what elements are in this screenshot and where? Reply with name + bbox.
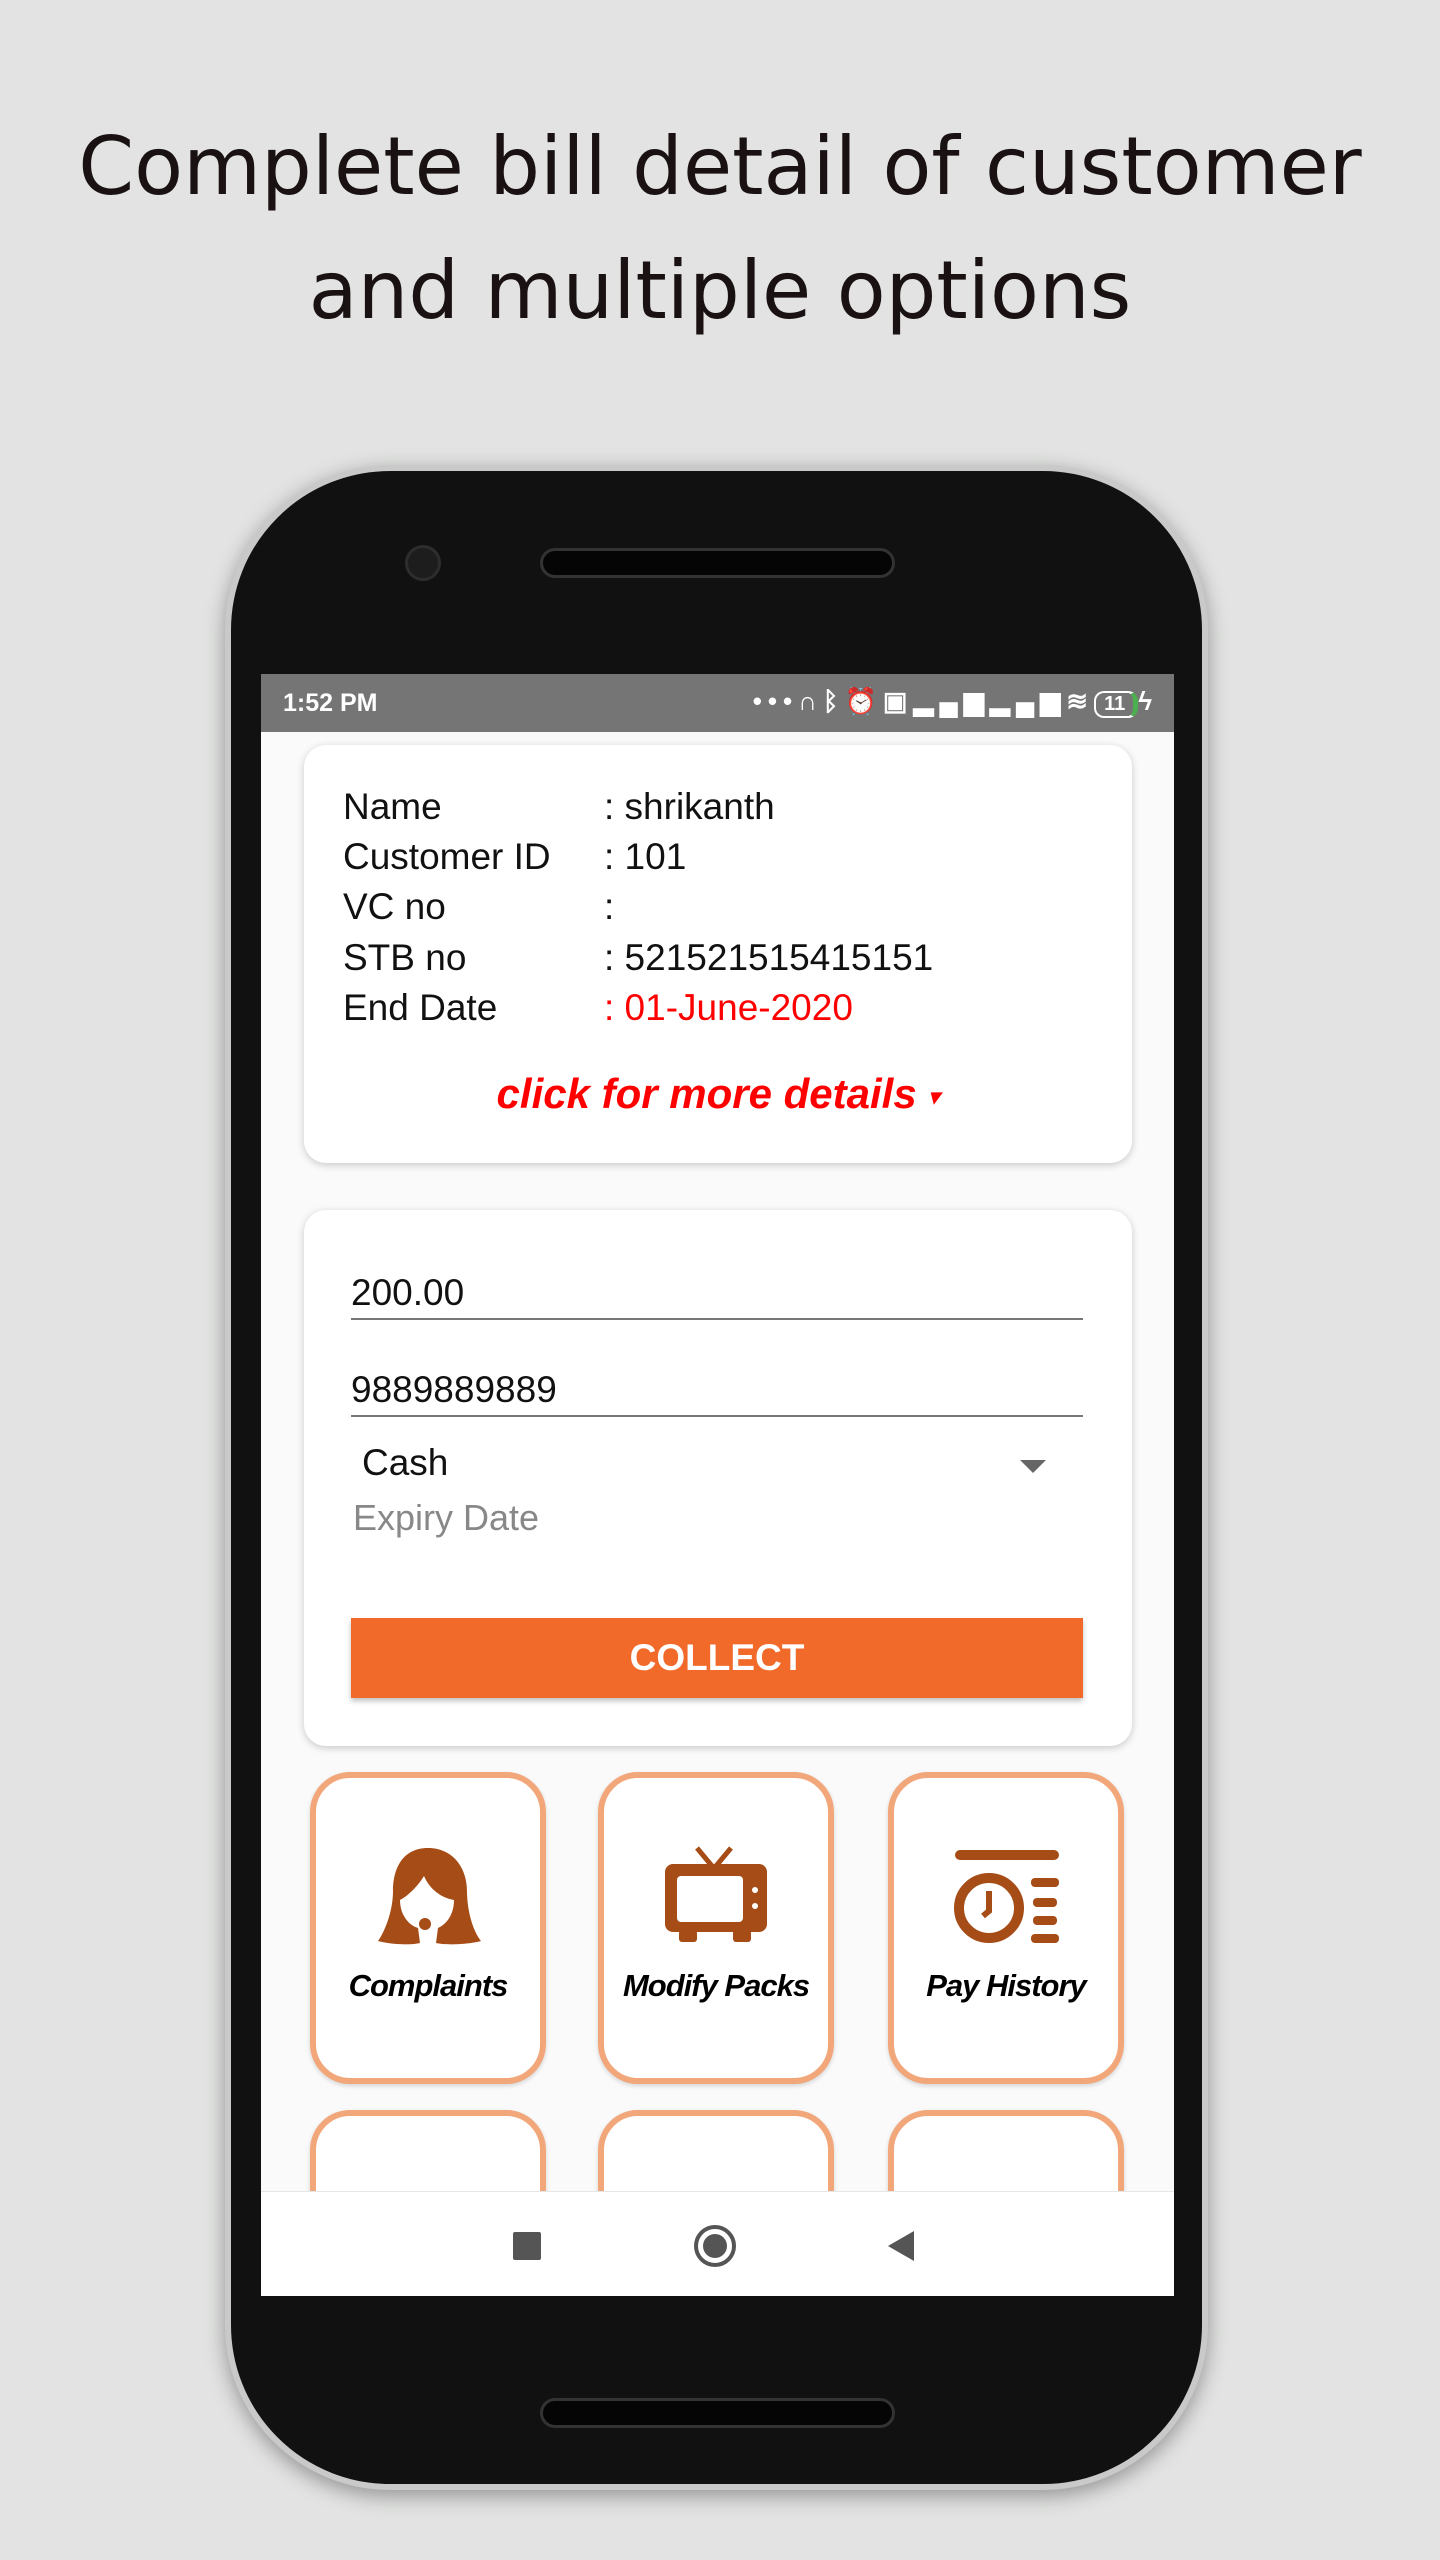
payment-card: 200.00 9889889889 Cash Expiry Date COLLE…: [304, 1210, 1132, 1746]
status-time: 1:52 PM: [283, 689, 378, 717]
tv-icon: [604, 1846, 828, 1946]
more-dots-icon: •••: [752, 686, 799, 716]
more-details-label: click for more details: [496, 1070, 917, 1117]
more-details-link[interactable]: click for more details ▾: [304, 1070, 1132, 1118]
label: End Date: [343, 987, 498, 1028]
back-icon[interactable]: [888, 2231, 914, 2261]
label: VC no: [343, 886, 446, 927]
tile-pay-history[interactable]: Pay History: [888, 1772, 1124, 2084]
signal-icon: ▂▄▆: [989, 686, 1067, 716]
navigation-bar: [261, 2191, 1174, 2296]
expiry-date-input[interactable]: Expiry Date: [353, 1497, 539, 1539]
value: : 521521515415151: [604, 937, 934, 978]
value: : shrikanth: [604, 786, 775, 827]
volte-icon: ▣: [882, 686, 914, 716]
speaker-bottom: [540, 2398, 895, 2428]
speaker-top: [540, 548, 895, 578]
amount-input[interactable]: 200.00: [351, 1270, 1083, 1320]
home-icon[interactable]: [694, 2225, 736, 2267]
customer-details-card: Name : shrikanth Customer ID : 101 VC no : …: [304, 745, 1132, 1163]
value: : 01-June-2020: [604, 987, 853, 1028]
alarm-icon: ⏰: [844, 686, 883, 716]
support-agent-icon: [316, 1846, 540, 1946]
tile-label: Pay History: [926, 1968, 1087, 2003]
headset-icon: ∩: [798, 686, 823, 716]
recents-icon[interactable]: [513, 2232, 541, 2260]
tile-complaints[interactable]: Complaints: [310, 1772, 546, 2084]
signal-4g-icon: ▂▄▆: [913, 686, 990, 716]
value: : 101: [604, 836, 687, 877]
value: :: [604, 886, 615, 927]
caret-down-icon: ▾: [928, 1083, 940, 1109]
label: STB no: [343, 937, 467, 978]
tile-label: Modify Packs: [622, 1968, 810, 2003]
battery-icon: 11: [1094, 691, 1139, 718]
bluetooth-icon: ᛒ: [822, 686, 845, 716]
phone-input[interactable]: 9889889889: [351, 1367, 1083, 1417]
collect-button[interactable]: COLLECT: [351, 1618, 1083, 1698]
wifi-icon: ≋: [1066, 686, 1095, 716]
label: Customer ID: [343, 836, 551, 877]
payment-mode-select[interactable]: Cash: [362, 1442, 448, 1484]
tile-label: Complaints: [348, 1968, 509, 2003]
pay-history-icon: [894, 1846, 1118, 1946]
front-camera: [405, 545, 441, 581]
headline-line-1: Complete bill detail of customer: [78, 120, 1362, 213]
tile-modify-packs[interactable]: Modify Packs: [598, 1772, 834, 2084]
headline: Complete bill detail of customer and mul…: [0, 105, 1440, 353]
headline-line-2: and multiple options: [308, 244, 1132, 337]
status-icons: •••∩ᛒ⏰▣▂▄▆▂▄▆≋ 11 ϟ: [753, 686, 1158, 718]
label: Name: [343, 786, 442, 827]
charging-icon: ϟ: [1138, 686, 1158, 716]
status-bar: 1:52 PM •••∩ᛒ⏰▣▂▄▆▂▄▆≋ 11 ϟ: [261, 674, 1174, 732]
dropdown-arrow-icon[interactable]: [1020, 1460, 1046, 1473]
app-screen: 1:52 PM •••∩ᛒ⏰▣▂▄▆▂▄▆≋ 11 ϟ Name: shrikant…: [261, 674, 1174, 2296]
